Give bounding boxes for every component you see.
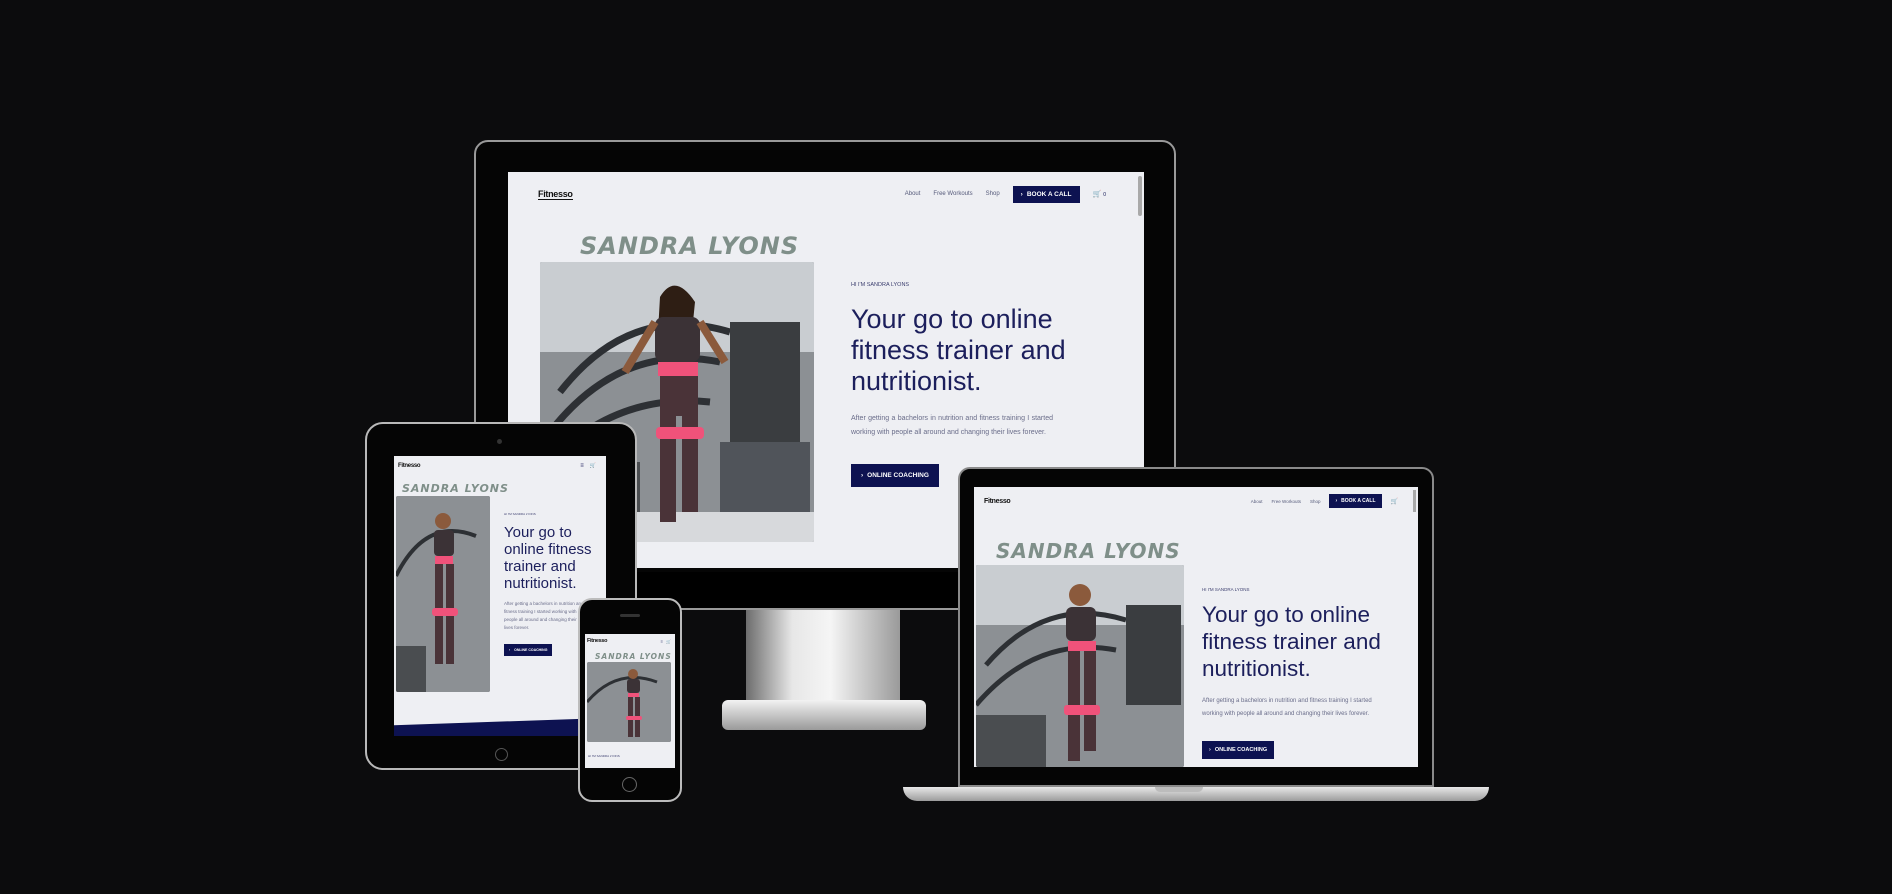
online-coaching-button[interactable]: › ONLINE COACHING: [1202, 741, 1275, 759]
nav-about[interactable]: About: [1251, 499, 1263, 504]
nav-about[interactable]: About: [905, 191, 921, 197]
nav-shop[interactable]: Shop: [986, 191, 1000, 197]
hero-paragraph: After getting a bachelors in nutrition a…: [851, 415, 1053, 436]
chevron-right-icon: ›: [1209, 747, 1211, 753]
hero-paragraph: After getting a bachelors in nutrition a…: [1202, 698, 1372, 717]
hero-eyebrow: HI I'M SANDRA LYONS: [504, 512, 536, 516]
hero-photo: [396, 496, 490, 692]
online-coaching-button[interactable]: › ONLINE COACHING: [504, 644, 553, 656]
nav-free-workouts[interactable]: Free Workouts: [1272, 499, 1301, 504]
chevron-right-icon: ›: [1020, 190, 1023, 198]
hero-script-name: SANDRA LYONS: [595, 652, 672, 661]
cart-icon[interactable]: 🛒 0: [1093, 190, 1107, 198]
hero-headline: Your go to online fitness trainer and nu…: [1202, 602, 1381, 681]
tablet-navbar: Fitnesso ≡ 🛒: [394, 458, 606, 474]
phone-navbar: Fitnesso ≡ 🛒: [585, 635, 675, 647]
chevron-right-icon: ›: [1335, 498, 1338, 504]
online-coaching-button[interactable]: › ONLINE COACHING: [851, 464, 939, 487]
hamburger-icon[interactable]: ≡: [580, 463, 584, 469]
laptop-screen: Fitnesso About Free Workouts Shop › BOOK …: [974, 487, 1418, 767]
hero-eyebrow: HI I'M SANDRA LYONS: [588, 754, 620, 758]
site-logo[interactable]: Fitnesso: [587, 638, 608, 644]
tablet-screen: Fitnesso ≡ 🛒 SANDRA LYONS HI I'M SANDRA …: [394, 456, 606, 736]
monitor-stand-neck: [746, 610, 900, 705]
chevron-right-icon: ›: [509, 648, 511, 652]
hero-script-name: SANDRA LYONS: [580, 232, 800, 260]
hamburger-icon[interactable]: ≡: [661, 639, 663, 644]
hero-script-name: SANDRA LYONS: [996, 539, 1181, 563]
nav-shop[interactable]: Shop: [1310, 499, 1321, 504]
hero-photo: [587, 662, 671, 742]
cart-icon[interactable]: 🛒: [590, 463, 596, 469]
trainer-photo-illustration: [396, 496, 490, 692]
cart-icon[interactable]: 🛒: [666, 639, 671, 644]
hero-paragraph: After getting a bachelors in nutrition a…: [504, 601, 584, 630]
laptop-notch: [1155, 787, 1203, 792]
hero-eyebrow: HI I'M SANDRA LYONS: [851, 282, 910, 288]
site-logo[interactable]: Fitnesso: [398, 463, 421, 469]
hero-photo: [976, 565, 1184, 767]
scrollbar[interactable]: [1138, 176, 1142, 216]
trainer-photo-illustration: [976, 565, 1184, 767]
chevron-right-icon: ›: [861, 472, 864, 479]
hero-headline: Your go to online fitness trainer and nu…: [851, 304, 1066, 396]
phone-speaker: [620, 614, 640, 617]
book-call-button[interactable]: › BOOK A CALL: [1012, 185, 1080, 203]
phone-home-button[interactable]: [622, 777, 637, 792]
laptop-navbar: Fitnesso About Free Workouts Shop › BOOK …: [974, 491, 1418, 511]
phone-screen: Fitnesso ≡ 🛒 SANDRA LYONS HI I'M SANDRA …: [585, 634, 675, 768]
tablet-home-button[interactable]: [495, 748, 508, 761]
site-logo[interactable]: Fitnesso: [984, 498, 1011, 505]
scrollbar[interactable]: [1413, 490, 1416, 512]
tablet-camera: [497, 439, 502, 444]
nav-free-workouts[interactable]: Free Workouts: [933, 191, 972, 197]
desktop-navbar: Fitnesso About Free Workouts Shop › BOOK …: [508, 178, 1144, 210]
hero-headline: Your go to online fitness trainer and nu…: [504, 524, 592, 592]
book-call-button[interactable]: › BOOK A CALL: [1329, 494, 1382, 508]
navy-footer-band: [394, 718, 606, 736]
site-logo[interactable]: Fitnesso: [538, 189, 573, 200]
hero-eyebrow: HI I'M SANDRA LYONS: [1202, 587, 1250, 592]
hero-script-name: SANDRA LYONS: [402, 482, 509, 495]
trainer-photo-illustration: [587, 662, 671, 742]
cart-icon[interactable]: 🛒: [1391, 498, 1398, 505]
monitor-stand-base: [722, 700, 926, 730]
